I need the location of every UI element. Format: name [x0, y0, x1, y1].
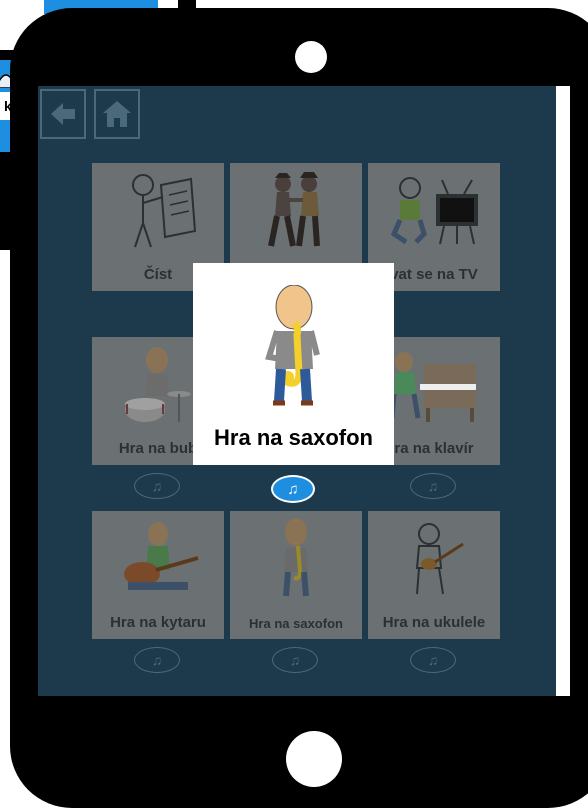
home-button[interactable]	[94, 89, 140, 139]
popup-label: Hra na saxofon	[214, 425, 373, 450]
watching-tv-icon	[390, 177, 478, 245]
home-hardware-button[interactable]	[286, 731, 342, 787]
saxophone-player-icon	[265, 285, 320, 406]
music-note-icon: ♫	[289, 652, 301, 668]
tile-ukulele[interactable]: Hra na ukulele	[368, 511, 500, 639]
music-note-icon: ♫	[151, 478, 163, 494]
drummer-icon	[125, 347, 191, 422]
dancing-couple-icon	[268, 172, 320, 247]
music-note-icon: ♫	[151, 652, 163, 668]
speak-button[interactable]: ♫	[134, 473, 180, 499]
tile-label: Hra na ukulele	[382, 614, 486, 631]
music-note-icon: ♫	[427, 478, 439, 494]
guitarist-icon	[124, 522, 199, 590]
tile-label: Hra na saxofon	[249, 616, 343, 631]
tile-label: Hra na kytaru	[110, 614, 206, 631]
ukulele-player-icon	[415, 523, 464, 595]
reading-person-icon	[132, 174, 197, 248]
app-screen: Číst vat se na TV Hra na bub ra na klaví…	[38, 86, 556, 696]
pianist-icon	[389, 352, 476, 422]
tile-saxophone[interactable]: Hra na saxofon	[230, 511, 362, 639]
tile-guitar[interactable]: Hra na kytaru	[92, 511, 224, 639]
home-icon	[103, 101, 131, 127]
music-note-icon: ♫	[287, 480, 299, 498]
camera-dot	[295, 41, 327, 73]
speak-button[interactable]: ♫	[272, 647, 318, 673]
speak-button[interactable]: ♫	[134, 647, 180, 673]
speak-button[interactable]: ♫	[410, 473, 456, 499]
popup-speak-button[interactable]: ♫	[271, 475, 315, 503]
saxophone-player-icon	[283, 518, 309, 597]
speak-button[interactable]: ♫	[410, 647, 456, 673]
selected-item-popup[interactable]: Hra na saxofon	[193, 263, 394, 465]
music-note-icon: ♫	[427, 652, 439, 668]
back-button[interactable]	[40, 89, 86, 139]
arrow-left-icon	[51, 103, 75, 125]
screen-edge	[556, 86, 570, 696]
